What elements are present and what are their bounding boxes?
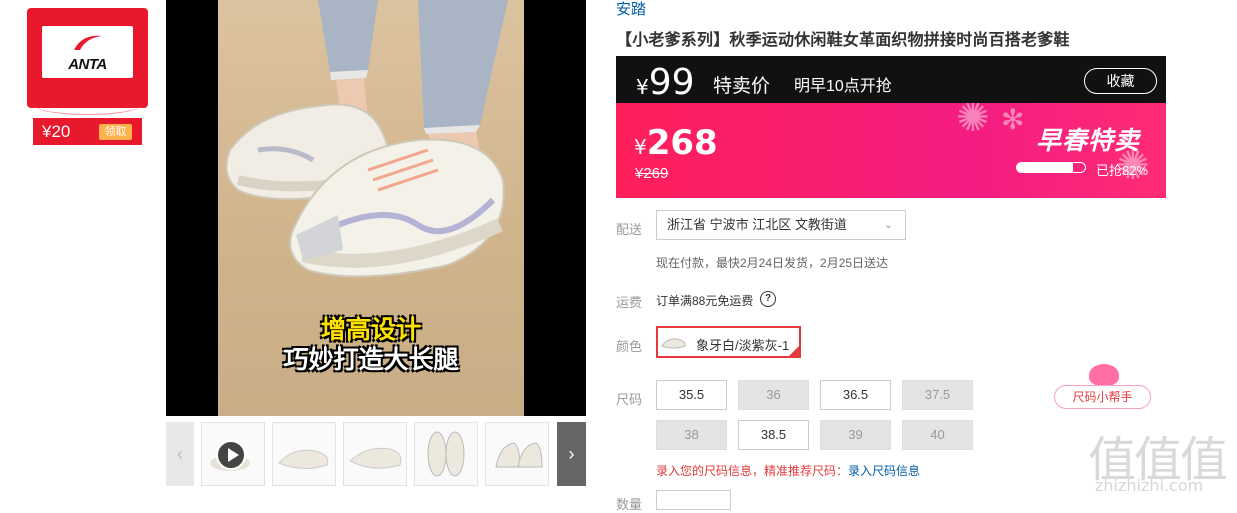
video-caption: 巧妙打造大长腿 (283, 345, 459, 374)
size-helper-button[interactable]: 尺码小帮手 (1054, 385, 1151, 409)
size-option-disabled[interactable]: 36 (738, 380, 809, 410)
thumbnail-item[interactable] (343, 422, 407, 486)
promo-banner: ✺ ✺ ✻ ¥268 ¥269 早春特卖 已抢82% (616, 103, 1166, 198)
quantity-stepper[interactable] (656, 490, 731, 510)
sold-percentage: 已抢82% (1096, 163, 1149, 178)
size-option[interactable]: 35.5 (656, 380, 727, 410)
size-label: 尺码 (616, 392, 643, 407)
watermark-domain: zhizhizhi.com (1095, 476, 1204, 495)
flash-price-value: 99 (648, 62, 695, 103)
coupon-footer: ¥20 领取 (33, 118, 142, 145)
thumbnail-shoe (427, 431, 465, 477)
flash-sale-header: ¥99 特卖价 明早10点开抢 收藏 (616, 56, 1166, 103)
size-helper[interactable]: 尺码小帮手 (1054, 364, 1151, 409)
brand-coupon[interactable]: ANTA ¥20 领取 (27, 8, 148, 145)
color-swatch-thumbnail (661, 338, 686, 349)
size-info-link[interactable]: 录入尺码信息 (848, 464, 920, 478)
sold-progress-fill (1017, 163, 1073, 172)
selected-check-icon (788, 345, 800, 357)
size-option-disabled[interactable]: 38 (656, 420, 727, 450)
address-text: 浙江省 宁波市 江北区 文教街道 (667, 217, 847, 232)
favorite-button[interactable]: 收藏 (1084, 68, 1157, 94)
chevron-down-icon: ⌄ (883, 219, 893, 231)
size-option-disabled[interactable]: 37.5 (902, 380, 973, 410)
anta-logo: ANTA (42, 26, 133, 78)
main-product-image[interactable]: 增高设计 巧妙打造大长腿 (166, 0, 586, 416)
thumbnail-item[interactable] (272, 422, 336, 486)
color-label: 颜色 (616, 339, 643, 354)
thumbnail-next-button[interactable]: › (557, 422, 586, 486)
address-selector[interactable]: 浙江省 宁波市 江北区 文教街道 ⌄ (656, 210, 906, 240)
thumbnail-shoe (349, 447, 402, 469)
currency-symbol: ¥ (634, 135, 647, 159)
color-option-selected[interactable]: 象牙白/淡紫灰-1 (656, 326, 801, 358)
play-icon[interactable] (216, 440, 246, 470)
current-price-value: 268 (646, 123, 718, 163)
color-option-label: 象牙白/淡紫灰-1 (696, 338, 790, 353)
size-tip: 录入您的尺码信息，精准推荐尺码：录入尺码信息 (656, 462, 920, 479)
thumbnail-item[interactable] (414, 422, 478, 486)
size-option-disabled[interactable]: 39 (820, 420, 891, 450)
size-tip-text: 录入您的尺码信息，精准推荐尺码： (656, 464, 849, 478)
thumbnail-video[interactable] (201, 422, 265, 486)
shipping-label: 运费 (616, 295, 643, 310)
delivery-note: 现在付款，最快2月24日发货，2月25日送达 (656, 256, 889, 270)
anta-logo-icon (74, 35, 102, 50)
product-photo: 增高设计 巧妙打造大长腿 (218, 0, 524, 416)
question-icon[interactable]: ? (760, 291, 776, 307)
firework-icon: ✻ (1001, 104, 1025, 135)
currency-symbol: ¥ (636, 75, 649, 99)
thumbnail-item[interactable] (485, 422, 549, 486)
delivery-label: 配送 (616, 222, 643, 237)
mascot-icon (1089, 364, 1119, 386)
size-option-disabled[interactable]: 40 (902, 420, 973, 450)
shipping-text: 订单满88元免运费 (656, 294, 754, 308)
sold-progress-bar (1016, 162, 1086, 173)
product-title: 【小老爹系列】秋季运动休闲鞋女革面织物拼接时尚百搭老爹鞋 (616, 32, 1070, 49)
claim-coupon-button[interactable]: 领取 (99, 124, 132, 140)
size-option[interactable]: 38.5 (738, 420, 809, 450)
flash-sale-price: ¥99 (636, 62, 695, 103)
brand-link[interactable]: 安踏 (616, 0, 646, 19)
logo-text: ANTA (68, 56, 107, 73)
current-price: ¥268 (634, 123, 718, 163)
flash-sale-start-time: 明早10点开抢 (794, 78, 892, 95)
size-option[interactable]: 36.5 (820, 380, 891, 410)
coupon-divider (33, 94, 142, 115)
flash-sale-label: 特卖价 (713, 76, 771, 97)
promo-title: 早春特卖 (1036, 127, 1141, 155)
thumbnail-prev-button[interactable]: ‹ (166, 422, 194, 486)
quantity-label: 数量 (616, 497, 643, 512)
thumbnail-shoe (495, 442, 543, 468)
firework-icon: ✺ (956, 103, 990, 140)
coupon-amount: ¥20 (42, 122, 71, 141)
original-price: ¥269 (635, 165, 669, 182)
coupon-banner: ANTA (27, 8, 148, 108)
thumbnail-shoe (278, 449, 329, 469)
